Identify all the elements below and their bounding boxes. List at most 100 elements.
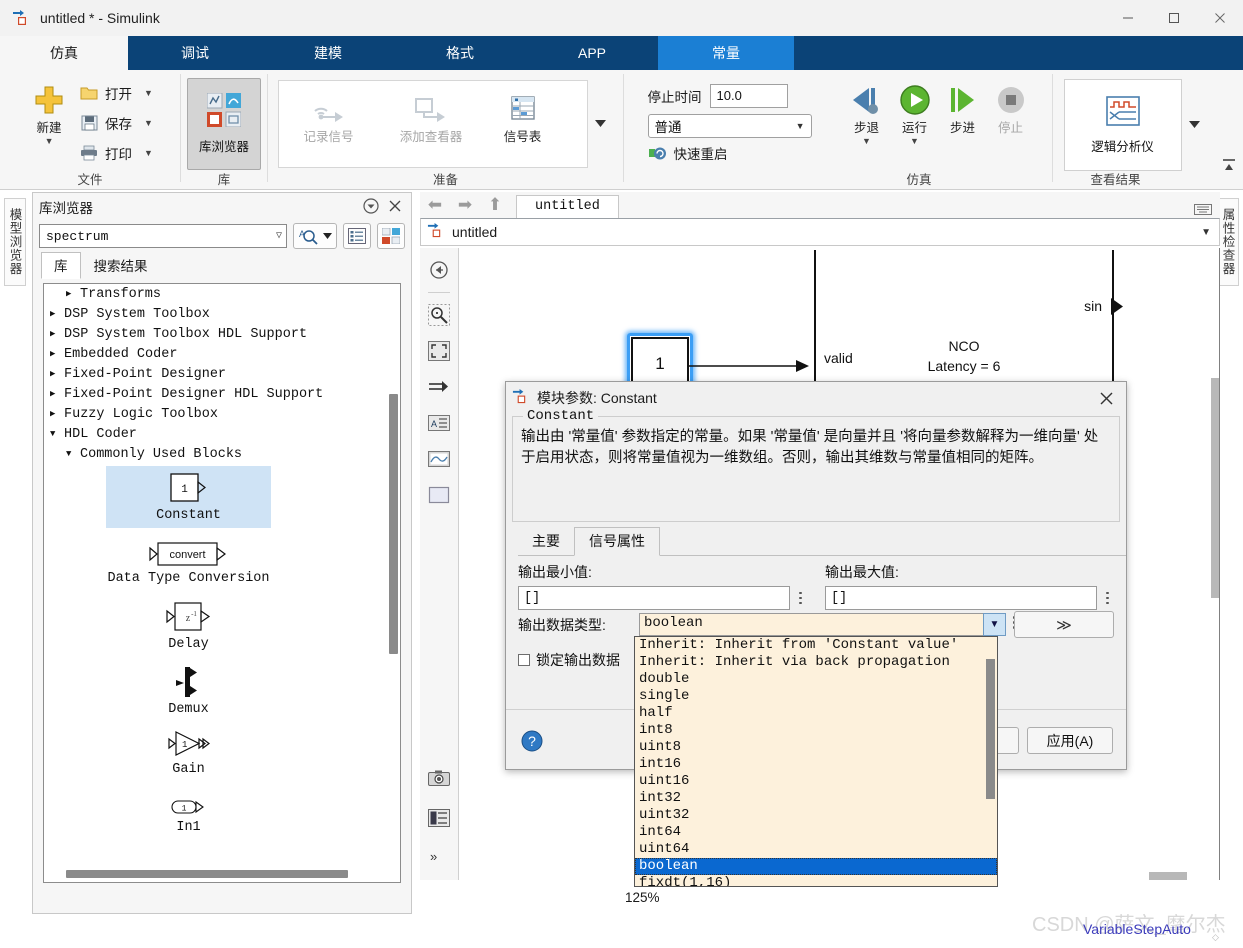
- library-tree-horizontal-scrollbar[interactable]: [66, 870, 348, 878]
- up-arrow-icon[interactable]: ⬆: [480, 192, 510, 218]
- forward-arrow-icon[interactable]: ➡: [450, 192, 480, 218]
- review-overflow-button[interactable]: [1182, 79, 1208, 171]
- tree-item-dsp-hdl-support[interactable]: ▶ DSP System Toolbox HDL Support: [44, 324, 400, 344]
- icon-view-button[interactable]: [377, 223, 405, 249]
- fit-to-view-icon[interactable]: [426, 338, 452, 364]
- run-caret-icon[interactable]: ▼: [910, 137, 919, 146]
- chevron-right-icon[interactable]: ▶: [50, 409, 64, 419]
- breadcrumb-chevron-icon[interactable]: ▼: [1201, 227, 1211, 238]
- open-caret-icon[interactable]: ▼: [144, 88, 153, 98]
- step-back-button[interactable]: 步退 ▼: [843, 76, 891, 146]
- stop-button[interactable]: 停止: [987, 76, 1035, 135]
- close-button[interactable]: [1197, 0, 1243, 36]
- dialog-tab-signal-attributes[interactable]: 信号属性: [574, 527, 660, 556]
- lock-output-data-type-checkbox-row[interactable]: 锁定输出数据: [518, 650, 620, 670]
- block-constant[interactable]: 1 Constant: [106, 466, 271, 528]
- tree-item-hdl-coder[interactable]: ▼ HDL Coder: [44, 424, 400, 444]
- signal-line[interactable]: [689, 358, 814, 374]
- search-options-button[interactable]: A: [293, 223, 337, 249]
- signal-table-button[interactable]: 信号表: [484, 81, 562, 144]
- prepare-overflow-button[interactable]: [588, 80, 614, 168]
- signal-flow-icon[interactable]: [426, 374, 452, 400]
- canvas-horizontal-scrollbar[interactable]: [1149, 872, 1187, 880]
- library-tree-vertical-scrollbar[interactable]: [389, 394, 398, 654]
- tab-modeling[interactable]: 建模: [262, 36, 394, 70]
- logic-analyzer-button[interactable]: 逻辑分析仪: [1063, 79, 1182, 171]
- panel-options-icon[interactable]: [363, 197, 379, 217]
- run-button[interactable]: 运行 ▼: [891, 76, 939, 146]
- print-caret-icon[interactable]: ▼: [144, 148, 153, 158]
- show-data-type-assistant-button[interactable]: ≫: [1014, 611, 1114, 638]
- dock-tab-model-browser[interactable]: 模型浏览器: [4, 198, 26, 286]
- chevron-right-icon[interactable]: ▶: [66, 289, 80, 299]
- tab-library[interactable]: 库: [41, 252, 81, 279]
- dropdown-option[interactable]: int8: [635, 722, 997, 739]
- output-max-input[interactable]: []: [825, 586, 1097, 610]
- output-data-type-dropdown-toggle[interactable]: ▼: [983, 613, 1006, 636]
- apply-button[interactable]: 应用(A): [1027, 727, 1113, 754]
- fast-restart-toggle[interactable]: 快速重启: [648, 141, 843, 165]
- chevron-down-icon[interactable]: ▼: [66, 449, 80, 459]
- chevron-right-icon[interactable]: ▶: [50, 329, 64, 339]
- scope-icon[interactable]: [426, 446, 452, 472]
- canvas-vertical-scrollbar[interactable]: [1211, 378, 1219, 598]
- dropdown-option[interactable]: fixdt(1,16): [635, 875, 997, 886]
- output-max-options-icon[interactable]: [1101, 591, 1114, 605]
- tree-item-dsp-system-toolbox[interactable]: ▶ DSP System Toolbox: [44, 304, 400, 324]
- dropdown-option[interactable]: int16: [635, 756, 997, 773]
- chevron-right-icon[interactable]: ▶: [50, 309, 64, 319]
- library-tree[interactable]: ▶ Transforms ▶ DSP System Toolbox ▶ DSP …: [43, 283, 401, 883]
- note-icon[interactable]: [426, 805, 452, 831]
- block-demux[interactable]: Demux: [106, 662, 271, 720]
- save-caret-icon[interactable]: ▼: [144, 118, 153, 128]
- tree-item-fixed-point-designer[interactable]: ▶ Fixed-Point Designer: [44, 364, 400, 384]
- dropdown-option[interactable]: half: [635, 705, 997, 722]
- library-browser-button[interactable]: 库浏览器: [187, 78, 261, 170]
- tree-item-transforms[interactable]: ▶ Transforms: [44, 284, 400, 304]
- panel-close-icon[interactable]: [389, 200, 401, 215]
- list-view-button[interactable]: [343, 223, 371, 249]
- dropdown-option-selected[interactable]: boolean: [635, 858, 997, 875]
- tab-apps[interactable]: APP: [526, 36, 658, 70]
- dropdown-option[interactable]: single: [635, 688, 997, 705]
- annotation-icon[interactable]: A: [426, 410, 452, 436]
- block-data-type-conversion[interactable]: convert Data Type Conversion: [106, 534, 271, 592]
- new-caret-icon[interactable]: ▼: [45, 137, 54, 146]
- tree-item-embedded-coder[interactable]: ▶ Embedded Coder: [44, 344, 400, 364]
- tree-item-fixed-point-hdl-support[interactable]: ▶ Fixed-Point Designer HDL Support: [44, 384, 400, 404]
- dropdown-option[interactable]: uint32: [635, 807, 997, 824]
- output-min-options-icon[interactable]: [794, 591, 807, 605]
- collapse-ribbon-button[interactable]: [1221, 158, 1237, 175]
- chevron-right-icon[interactable]: ▶: [50, 369, 64, 379]
- new-button[interactable]: 新建 ▼: [23, 76, 75, 146]
- maximize-button[interactable]: [1151, 0, 1197, 36]
- dropdown-option[interactable]: int64: [635, 824, 997, 841]
- dropdown-option[interactable]: uint8: [635, 739, 997, 756]
- print-button[interactable]: 打印 ▼: [75, 138, 157, 168]
- back-icon[interactable]: [426, 257, 452, 283]
- chevron-down-icon[interactable]: ▼: [50, 429, 64, 439]
- zoom-in-icon[interactable]: [426, 302, 452, 328]
- dropdown-option[interactable]: Inherit: Inherit via back propagation: [635, 654, 997, 671]
- output-data-type-input[interactable]: boolean: [639, 613, 991, 636]
- tab-constant-contextual[interactable]: 常量: [658, 36, 794, 70]
- dropdown-option[interactable]: double: [635, 671, 997, 688]
- tab-search-results[interactable]: 搜索结果: [81, 252, 161, 279]
- chevron-right-icon[interactable]: ▶: [50, 349, 64, 359]
- document-tab-untitled[interactable]: untitled: [516, 195, 619, 218]
- log-signals-button[interactable]: 记录信号: [279, 81, 379, 144]
- more-icon[interactable]: »: [426, 844, 452, 870]
- help-button[interactable]: ?: [520, 729, 544, 753]
- output-min-input[interactable]: []: [518, 586, 790, 610]
- add-viewer-button[interactable]: 添加查看器: [379, 81, 484, 144]
- camera-icon[interactable]: [426, 766, 452, 792]
- block-in1[interactable]: 1 In1: [106, 789, 271, 843]
- step-forward-button[interactable]: 步进: [939, 76, 987, 135]
- dropdown-option[interactable]: uint64: [635, 841, 997, 858]
- dialog-tab-main[interactable]: 主要: [518, 528, 574, 555]
- output-data-type-dropdown-list[interactable]: Inherit: Inherit from 'Constant value' I…: [634, 636, 998, 887]
- tab-simulation[interactable]: 仿真: [0, 36, 128, 70]
- dock-tab-property-inspector[interactable]: 属性检查器: [1217, 198, 1239, 286]
- stop-time-input[interactable]: 10.0: [709, 84, 788, 108]
- area-icon[interactable]: [426, 482, 452, 508]
